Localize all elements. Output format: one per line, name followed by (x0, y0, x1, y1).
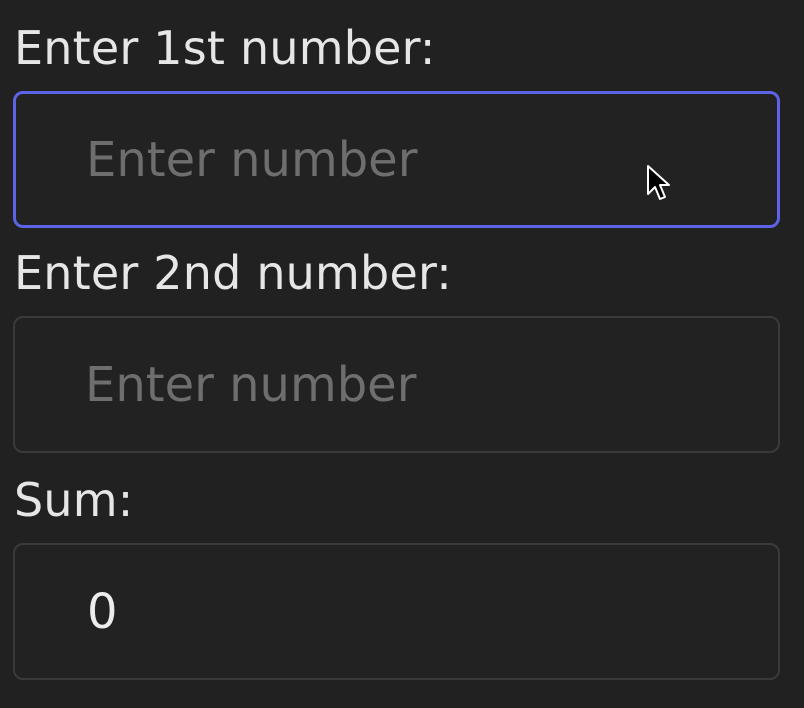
sum-label: Sum: (14, 473, 134, 527)
second-number-label: Enter 2nd number: (14, 246, 452, 300)
second-number-input[interactable] (15, 318, 778, 451)
second-number-field-wrapper (13, 316, 780, 453)
sum-value: 0 (87, 583, 118, 640)
sum-output-box: 0 (13, 543, 780, 680)
first-number-field-wrapper (13, 91, 780, 228)
first-number-input[interactable] (16, 94, 777, 225)
first-number-label: Enter 1st number: (14, 21, 436, 75)
